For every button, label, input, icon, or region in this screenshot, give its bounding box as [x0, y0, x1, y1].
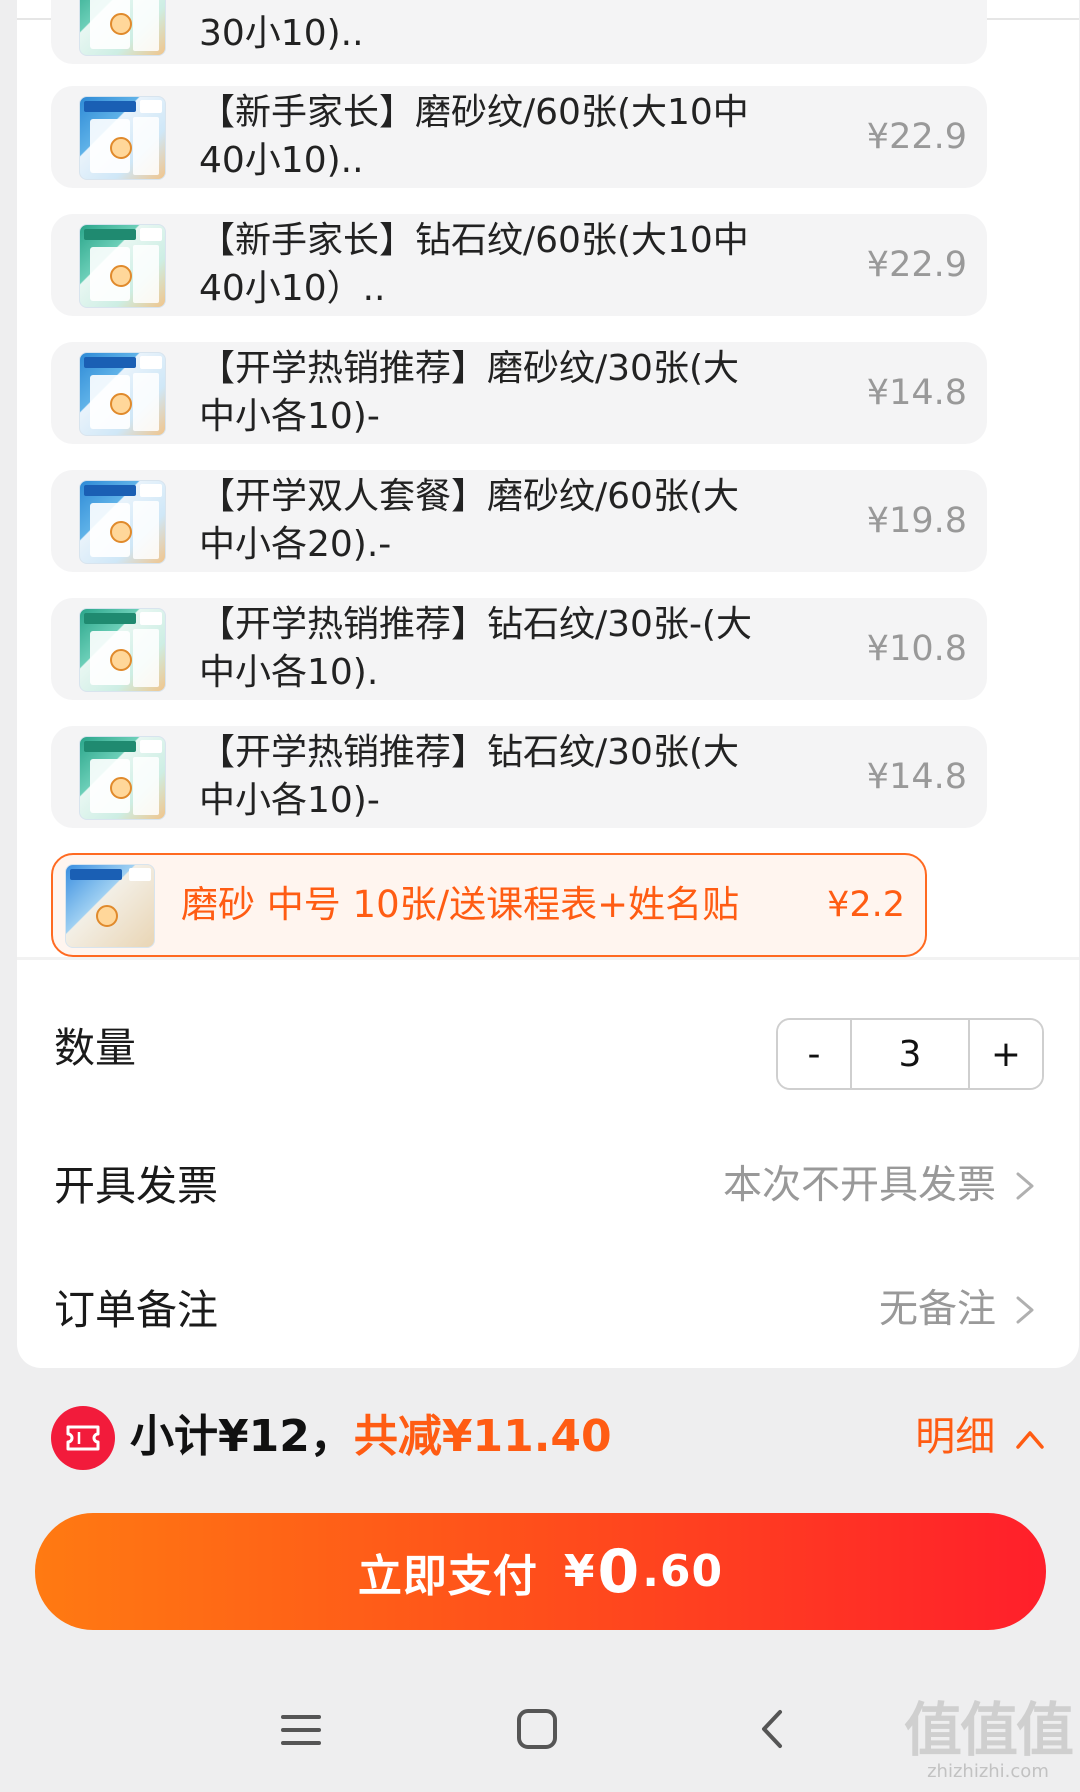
- sku-option-selected[interactable]: 磨砂 中号 10张/送课程表+姓名贴 ¥2.2: [51, 853, 927, 957]
- quantity-value[interactable]: 3: [850, 1020, 970, 1088]
- sku-title: 【开学热销推荐】钻石纹/30张-(大 中小各10).: [199, 604, 752, 693]
- pay-amount-dec: .60: [642, 1546, 724, 1597]
- detail-toggle[interactable]: 明细: [915, 1402, 1046, 1472]
- sku-title: 30小10)..: [199, 13, 364, 54]
- sku-title: 【开学热销推荐】钻石纹/30张(大 中小各10)-: [199, 732, 739, 821]
- sku-price: ¥14.8: [866, 373, 967, 413]
- chevron-right-icon: [1016, 1296, 1034, 1324]
- home-icon[interactable]: [516, 1708, 558, 1750]
- remark-value: 无备注: [878, 1287, 996, 1332]
- sku-thumbnail: [79, 608, 166, 692]
- subtotal-amount: 小计¥12，: [130, 1411, 354, 1462]
- sku-option[interactable]: 【新手家长】磨砂纹/60张(大10中 40小10).. ¥22.9: [51, 86, 987, 188]
- sku-price: ¥2.2: [827, 885, 905, 925]
- detail-label: 明细: [915, 1414, 996, 1460]
- subtotal-text: 小计¥12，共减¥11.40: [130, 1402, 612, 1472]
- chevron-up-icon: [1016, 1431, 1044, 1449]
- sku-thumbnail: [79, 480, 166, 564]
- pay-currency: ¥: [563, 1546, 596, 1597]
- sku-price: ¥10.8: [866, 629, 967, 669]
- sku-title: 磨砂 中号 10张/送课程表+姓名贴: [181, 883, 740, 926]
- invoice-row[interactable]: 开具发票 本次不开具发票: [54, 1136, 1044, 1236]
- quantity-label: 数量: [54, 1024, 136, 1072]
- sku-option[interactable]: 【开学热销推荐】磨砂纹/30张(大 中小各10)- ¥14.8: [51, 342, 987, 444]
- sku-thumbnail: [79, 224, 166, 308]
- sku-price: ¥22.9: [866, 117, 967, 157]
- sku-thumbnail: [79, 0, 166, 56]
- ticket-icon: [51, 1406, 115, 1470]
- section-divider: [17, 957, 1079, 960]
- watermark: 值值值 zhizhizhi.com: [903, 1683, 1074, 1782]
- sku-title: 【新手家长】钻石纹/60张(大10中 40小10）..: [199, 220, 749, 309]
- sku-title: 【开学双人套餐】磨砂纹/60张(大 中小各20).-: [199, 476, 739, 565]
- sku-price: ¥14.8: [866, 757, 967, 797]
- sku-option[interactable]: 【开学热销推荐】钻石纹/30张(大 中小各10)- ¥14.8: [51, 726, 987, 828]
- decrease-button[interactable]: -: [778, 1020, 850, 1088]
- invoice-label: 开具发票: [54, 1162, 218, 1210]
- pay-amount-int: 0: [597, 1536, 641, 1607]
- sku-option[interactable]: 【开学双人套餐】磨砂纹/60张(大 中小各20).- ¥19.8: [51, 470, 987, 572]
- back-icon[interactable]: [756, 1708, 788, 1750]
- watermark-url: zhizhizhi.com: [927, 1761, 1049, 1782]
- recent-apps-icon[interactable]: [280, 1712, 322, 1748]
- sku-option[interactable]: 30小10)..: [51, 0, 987, 64]
- remark-row[interactable]: 订单备注 无备注: [54, 1260, 1044, 1360]
- pay-label: 立即支付: [357, 1550, 538, 1602]
- sku-thumbnail: [65, 864, 155, 948]
- quantity-stepper[interactable]: - 3 +: [776, 1018, 1044, 1090]
- watermark-logo: 值值值: [903, 1696, 1074, 1764]
- sku-title: 【开学热销推荐】磨砂纹/30张(大 中小各10)-: [199, 348, 739, 437]
- order-sheet: 30小10).. 【新手家长】磨砂纹/60张(大10中 40小10).. ¥22.9…: [17, 0, 1079, 1368]
- sku-thumbnail: [79, 352, 166, 436]
- sku-thumbnail: [79, 736, 166, 820]
- sku-title: 【新手家长】磨砂纹/60张(大10中 40小10)..: [199, 92, 749, 181]
- price-summary: 小计¥12，共减¥11.40 明细: [0, 1380, 1080, 1490]
- pay-now-button[interactable]: 立即支付 ¥0.60: [35, 1513, 1046, 1630]
- remark-label: 订单备注: [54, 1286, 218, 1334]
- sku-price: ¥22.9: [866, 245, 967, 285]
- sku-price: ¥19.8: [866, 501, 967, 541]
- invoice-value: 本次不开具发票: [722, 1163, 996, 1208]
- sku-thumbnail: [79, 96, 166, 180]
- sku-option[interactable]: 【新手家长】钻石纹/60张(大10中 40小10）.. ¥22.9: [51, 214, 987, 316]
- discount-amount: 共减¥11.40: [353, 1411, 612, 1462]
- chevron-right-icon: [1016, 1172, 1034, 1200]
- sku-option[interactable]: 【开学热销推荐】钻石纹/30张-(大 中小各10). ¥10.8: [51, 598, 987, 700]
- quantity-row: 数量 - 3 +: [54, 998, 1044, 1098]
- increase-button[interactable]: +: [970, 1020, 1042, 1088]
